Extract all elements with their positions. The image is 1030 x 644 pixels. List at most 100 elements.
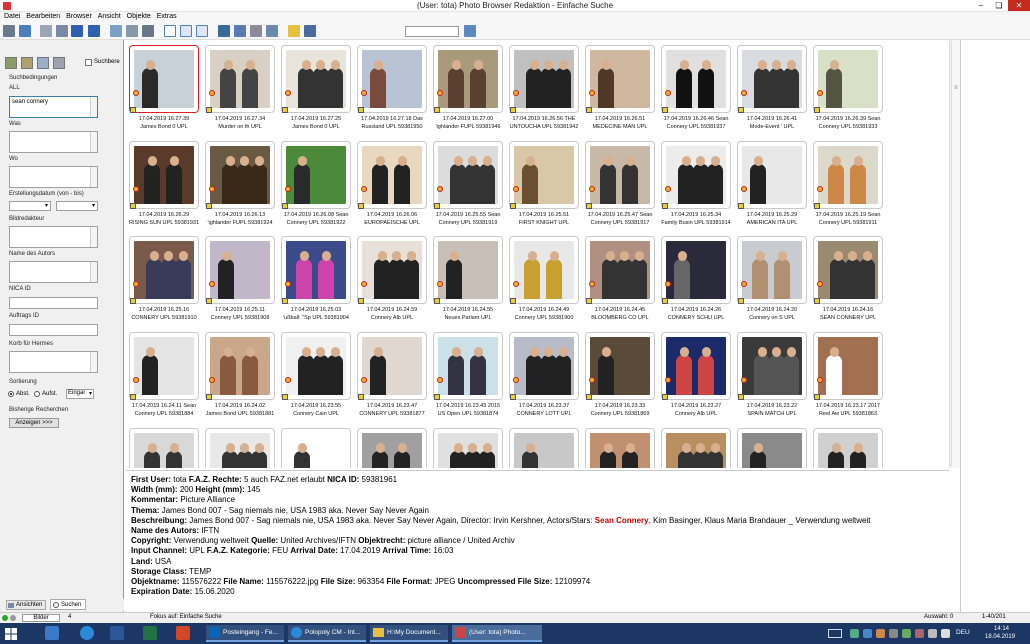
was-field[interactable] xyxy=(9,131,98,153)
right-panel-scrollbar[interactable]: ≡ xyxy=(951,41,960,467)
server-manager-icon[interactable] xyxy=(45,626,59,640)
thumbnail-image[interactable] xyxy=(205,141,275,209)
task-outlook[interactable]: Posteingang - Fe... xyxy=(206,625,284,642)
thumbnail-image[interactable] xyxy=(281,332,351,400)
print-icon[interactable] xyxy=(142,25,154,37)
thumbnail-tile[interactable]: 17.04.2019 16.25.16 CONNERY UPL 59381910 xyxy=(128,236,200,326)
bildredakteur-field-scrollbar[interactable] xyxy=(90,227,97,247)
thumbnail-tile[interactable]: 17.04.2019 16.27.00 'ighlander FUPL 59381… xyxy=(432,45,504,135)
thumbnail-image[interactable] xyxy=(661,332,731,400)
thumbnail-tile[interactable]: 17.04.2019 16.27.39 James Bond 0 UPL xyxy=(128,45,200,135)
thumbnail-tile[interactable]: 17.04.2019 16.26.39 Sean Connery UPL 5938… xyxy=(812,45,884,135)
thumbnail-tile[interactable]: 17.04.2019 16.26.46 Sean Connery UPL 5938… xyxy=(660,45,732,135)
network-icon[interactable] xyxy=(928,629,937,638)
thumbnail-tile[interactable] xyxy=(660,428,732,468)
thumbnail-image[interactable] xyxy=(433,141,503,209)
edit-icon[interactable] xyxy=(126,25,138,37)
task-ie[interactable]: Polopoly CM - Int... xyxy=(288,625,366,642)
thumbnail-tile[interactable]: 17.04.2019 16.24.45 BLOOMBERG CO UPL xyxy=(584,236,656,326)
quick-search-input[interactable] xyxy=(405,26,459,37)
menu-browser[interactable]: Browser xyxy=(66,12,92,22)
language-indicator[interactable]: DEU xyxy=(956,629,970,636)
korb-field[interactable] xyxy=(9,351,98,373)
thumbnail-image[interactable] xyxy=(205,236,275,304)
thumbnail-tile[interactable]: 17.04.2019 16.27.25 James Bond 0 UPL xyxy=(280,45,352,135)
menu-bearbeiten[interactable]: Bearbeiten xyxy=(26,12,60,22)
thumbnail-image[interactable] xyxy=(281,236,351,304)
thumbnail-image[interactable] xyxy=(129,45,199,113)
search-button-4[interactable] xyxy=(53,57,65,69)
next-page-icon[interactable] xyxy=(71,25,83,37)
thumbnail-tile[interactable] xyxy=(280,428,352,468)
tray-icon-2[interactable] xyxy=(863,629,872,638)
thumbnail-image[interactable] xyxy=(509,141,579,209)
thumbnail-tile[interactable]: 17.04.2019 16.26.41 Mode-Event ' UPL xyxy=(736,45,808,135)
thumbnail-image[interactable] xyxy=(661,45,731,113)
date-to-select[interactable]: ▾ xyxy=(56,201,98,211)
thumbnail-tile[interactable]: 17.04.2019 16.23.33 Connery UPL 59381869 xyxy=(584,332,656,422)
thumbnail-image[interactable] xyxy=(129,141,199,209)
thumbnail-image[interactable] xyxy=(813,236,883,304)
maximize-button[interactable]: ❏ xyxy=(990,0,1008,11)
thumbnail-tile[interactable]: 17.04.2019 16.26.51 MEDECINE MAN UPL xyxy=(584,45,656,135)
thumbnail-tile[interactable]: 17.04.2019 16.27.18 Das Russland UPL 5938… xyxy=(356,45,428,135)
search-go-icon[interactable] xyxy=(464,25,476,37)
autor-field-scrollbar[interactable] xyxy=(90,262,97,282)
thumbnail-tile[interactable]: 17.04.2019 16.23.17 2017 Reel Aw UPL 5938… xyxy=(812,332,884,422)
all-field[interactable]: sean connery xyxy=(9,96,98,118)
search-button-3[interactable] xyxy=(37,57,49,69)
thumbnail-image[interactable] xyxy=(433,332,503,400)
powerpoint-icon[interactable] xyxy=(176,626,190,640)
autor-field[interactable] xyxy=(9,261,98,283)
korb-field-scrollbar[interactable] xyxy=(90,352,97,372)
tools-icon[interactable] xyxy=(218,25,230,37)
thumbnail-image[interactable] xyxy=(661,141,731,209)
sort-desc-radio[interactable] xyxy=(8,391,14,397)
thumbnail-image[interactable] xyxy=(813,332,883,400)
thumbnail-image[interactable] xyxy=(357,45,427,113)
tab-ansichten[interactable]: Ansichten xyxy=(6,600,46,610)
thumbnail-tile[interactable]: 17.04.2019 16.25.47 Sean Connery UPL 5938… xyxy=(584,141,656,231)
minimize-button[interactable]: – xyxy=(972,0,990,11)
thumbnail-tile[interactable]: 17.04.2019 16.27.34 Murder on th UPL xyxy=(204,45,276,135)
sound-icon[interactable] xyxy=(304,25,316,37)
thumbnail-image[interactable] xyxy=(509,236,579,304)
sort-field-select[interactable]: Eingar ▾ xyxy=(66,389,94,399)
thumbnail-image[interactable] xyxy=(281,428,351,468)
thumbnail-tile[interactable] xyxy=(812,428,884,468)
thumbnail-tile[interactable] xyxy=(128,428,200,468)
thumbnail-tile[interactable]: 17.04.2019 16.23.55 Connery Cain UPL xyxy=(280,332,352,422)
thumbnail-image[interactable] xyxy=(509,332,579,400)
prev-page-icon[interactable] xyxy=(56,25,68,37)
first-page-icon[interactable] xyxy=(40,25,52,37)
nica-field[interactable] xyxy=(9,297,98,309)
thumbnail-tile[interactable] xyxy=(432,428,504,468)
thumbnail-image[interactable] xyxy=(509,45,579,113)
thumbnail-image[interactable] xyxy=(129,332,199,400)
thumbnail-tile[interactable]: 17.04.2019 16.24.26 CONNERY SCHU UPL xyxy=(660,236,732,326)
thumbnail-image[interactable] xyxy=(661,236,731,304)
thumbnail-image[interactable] xyxy=(205,428,275,468)
thumbnail-tile[interactable] xyxy=(508,428,580,468)
thumbnail-tile[interactable]: 17.04.2019 16.24.20 Connery on S UPL xyxy=(736,236,808,326)
thumbnail-tile[interactable]: 17.04.2019 16.23.27 Connery Alb UPL xyxy=(660,332,732,422)
search-button-2[interactable] xyxy=(21,57,33,69)
thumbnail-tile[interactable]: 17.04.2019 16.23.43 2015 US Open UPL 5938… xyxy=(432,332,504,422)
was-field-scrollbar[interactable] xyxy=(90,132,97,152)
suchbereich-checkbox[interactable] xyxy=(85,59,92,66)
tray-icon-1[interactable] xyxy=(850,629,859,638)
search-button-1[interactable] xyxy=(5,57,17,69)
task-explorer[interactable]: H:\My Document... xyxy=(370,625,448,642)
tab-suchen[interactable]: Suchen xyxy=(50,599,86,610)
thumbnail-image[interactable] xyxy=(585,428,655,468)
ie-icon[interactable] xyxy=(80,626,94,640)
thumbnail-tile[interactable]: 17.04.2019 16.23.22 SPAIN MATCH UPL xyxy=(736,332,808,422)
thumbnail-tile[interactable] xyxy=(736,428,808,468)
thumbnail-image[interactable] xyxy=(129,236,199,304)
thumbnail-image[interactable] xyxy=(357,332,427,400)
thumbnail-image[interactable] xyxy=(433,45,503,113)
thumbnail-image[interactable] xyxy=(205,332,275,400)
thumbnail-image[interactable] xyxy=(357,141,427,209)
tray-icon-6[interactable] xyxy=(915,629,924,638)
auftrag-field[interactable] xyxy=(9,324,98,336)
